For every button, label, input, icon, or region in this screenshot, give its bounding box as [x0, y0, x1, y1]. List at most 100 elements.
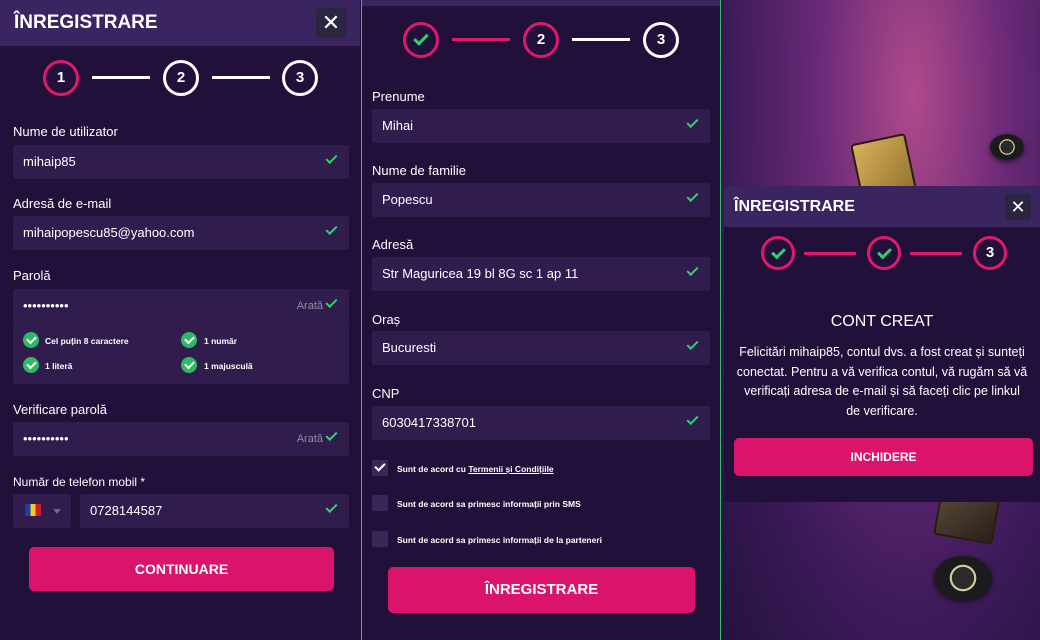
- city-label: Oraș: [372, 312, 401, 327]
- step-1-indicator: 1: [43, 60, 79, 96]
- show-password-toggle[interactable]: Arată: [297, 300, 323, 312]
- step-1-complete-indicator: [403, 22, 439, 58]
- password-input[interactable]: •••••••••• Arată: [13, 289, 349, 323]
- phone-input[interactable]: 0728144587: [80, 494, 349, 528]
- last-name-label: Nume de familie: [372, 163, 466, 178]
- address-label: Adresă: [372, 237, 414, 252]
- chevron-down-icon: [53, 509, 61, 514]
- step-connector: [572, 38, 630, 41]
- step-connector: [212, 76, 270, 79]
- address-value: Str Maguricea 19 bl 8G sc 1 ap 11: [382, 266, 579, 281]
- last-name-value: Popescu: [382, 192, 433, 207]
- close-button[interactable]: ✕: [316, 8, 346, 38]
- registration-step2-panel: 2 3 Prenume Mihai Nume de familie Popesc…: [361, 0, 721, 640]
- password-value: ••••••••••: [23, 298, 69, 313]
- panel-top-strip: [362, 0, 720, 6]
- phone-value: 0728144587: [90, 503, 163, 518]
- modal-header: ÎNREGISTRARE ✕: [724, 186, 1040, 227]
- continue-button-label: CONTINUARE: [134, 561, 229, 577]
- valid-check-icon: [325, 151, 338, 165]
- close-modal-button[interactable]: INCHIDERE: [734, 438, 1033, 476]
- requirement-check-icon: [23, 357, 39, 373]
- confirm-password-input[interactable]: •••••••••• Arată: [13, 422, 349, 456]
- valid-check-icon: [325, 295, 338, 309]
- terms-checkbox[interactable]: [372, 460, 388, 476]
- modal-message: Felicitări mihaip85, contul dvs. a fost …: [736, 345, 1028, 418]
- address-input[interactable]: Str Maguricea 19 bl 8G sc 1 ap 11: [372, 257, 710, 291]
- password-label: Parolă: [13, 268, 51, 283]
- check-icon: [771, 244, 786, 260]
- show-password-toggle[interactable]: Arată: [297, 433, 323, 445]
- valid-check-icon: [686, 189, 699, 203]
- city-value: Bucuresti: [382, 340, 437, 355]
- sms-consent-label: Sunt de acord sa primesc informații prin…: [397, 499, 581, 509]
- first-name-label: Prenume: [372, 89, 425, 104]
- step-1-complete-indicator: [761, 236, 795, 270]
- sms-consent-checkbox[interactable]: [372, 495, 388, 511]
- valid-check-icon: [325, 222, 338, 236]
- register-button[interactable]: ÎNREGISTRARE: [388, 567, 695, 613]
- continue-button[interactable]: CONTINUARE: [29, 547, 334, 591]
- requirement-check-icon: [181, 332, 197, 348]
- username-value: mihaip85: [23, 154, 76, 169]
- first-name-input[interactable]: Mihai: [372, 109, 710, 143]
- close-modal-button-label: INCHIDERE: [850, 450, 917, 464]
- requirement-check-icon: [23, 332, 39, 348]
- registration-step1-panel: ÎNREGISTRARE ✕ 1 2 3 Nume de utilizator …: [0, 0, 360, 640]
- partners-consent-checkbox[interactable]: [372, 531, 388, 547]
- confirm-password-value: ••••••••••: [23, 431, 69, 446]
- terms-text: Sunt de acord cu: [397, 464, 469, 474]
- modal-title: ÎNREGISTRARE: [734, 198, 855, 215]
- email-label: Adresă de e-mail: [13, 196, 112, 211]
- cnp-label: CNP: [372, 386, 400, 401]
- city-input[interactable]: Bucuresti: [372, 331, 710, 365]
- poker-chip-image: [934, 556, 992, 600]
- valid-check-icon: [686, 263, 699, 277]
- register-button-label: ÎNREGISTRARE: [484, 581, 599, 598]
- step-2-complete-indicator: [867, 236, 901, 270]
- step-connector: [92, 76, 150, 79]
- username-input[interactable]: mihaip85: [13, 145, 349, 179]
- requirement-uppercase: 1 majusculă: [204, 361, 253, 371]
- step-connector: [804, 252, 856, 255]
- check-icon: [877, 244, 892, 260]
- valid-check-icon: [325, 500, 338, 514]
- requirement-number: 1 număr: [204, 336, 238, 346]
- valid-check-icon: [325, 428, 338, 442]
- close-button[interactable]: ✕: [1005, 194, 1031, 220]
- close-icon: ✕: [1010, 197, 1026, 217]
- poker-chip-image: [990, 134, 1024, 160]
- valid-check-icon: [686, 412, 699, 426]
- first-name-value: Mihai: [382, 118, 414, 133]
- modal-heading: CONT CREAT: [830, 313, 934, 330]
- last-name-input[interactable]: Popescu: [372, 183, 710, 217]
- confirm-password-label: Verificare parolă: [13, 402, 107, 417]
- panel-title: ÎNREGISTRARE: [14, 12, 158, 33]
- step-connector: [452, 38, 510, 41]
- step-3-indicator: 3: [973, 236, 1007, 270]
- step-3-indicator: 3: [643, 22, 679, 58]
- step-2-indicator: 2: [163, 60, 199, 96]
- close-icon: ✕: [321, 10, 341, 35]
- valid-check-icon: [686, 337, 699, 351]
- email-value: mihaipopescu85@yahoo.com: [23, 225, 195, 240]
- terms-link[interactable]: Termenii și Condițiile: [468, 464, 553, 474]
- step-3-indicator: 3: [282, 60, 318, 96]
- password-requirements-box: [13, 322, 349, 384]
- email-input[interactable]: mihaipopescu85@yahoo.com: [13, 216, 349, 250]
- valid-check-icon: [686, 115, 699, 129]
- phone-label: Număr de telefon mobil *: [13, 475, 146, 489]
- requirement-min-length: Cel puțin 8 caractere: [45, 336, 129, 346]
- cnp-value: 6030417338701: [382, 415, 476, 430]
- terms-checkbox-label: Sunt de acord cu Termenii și Condițiile: [397, 464, 554, 474]
- step-2-indicator: 2: [523, 22, 559, 58]
- step-connector: [910, 252, 962, 255]
- cnp-input[interactable]: 6030417338701: [372, 406, 710, 440]
- requirement-check-icon: [181, 357, 197, 373]
- romania-flag-icon: [25, 504, 41, 516]
- country-code-select[interactable]: [13, 494, 71, 528]
- requirement-letter: 1 literă: [45, 361, 73, 371]
- partners-consent-label: Sunt de acord sa primesc informații de l…: [397, 535, 603, 545]
- check-icon: [413, 30, 429, 46]
- account-created-modal: ÎNREGISTRARE ✕ 3 CONT CREAT Felicitări m…: [724, 186, 1040, 502]
